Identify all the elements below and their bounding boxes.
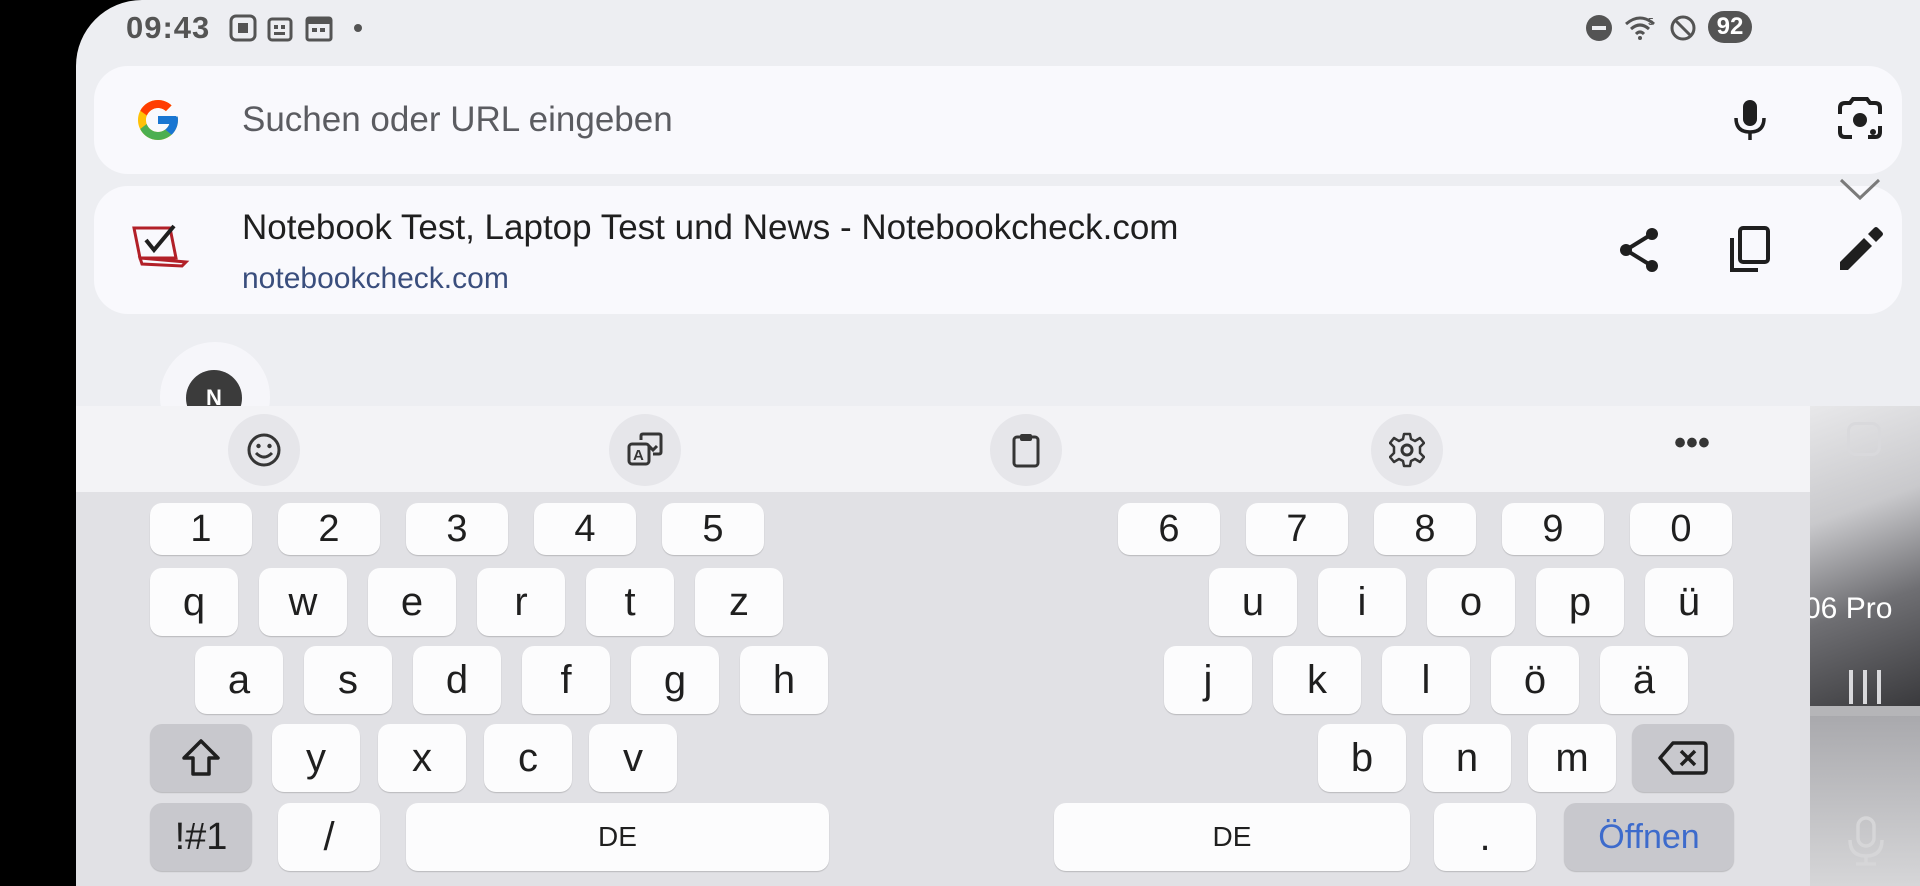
key-a[interactable]: a	[195, 646, 283, 714]
key-o[interactable]: o	[1427, 568, 1515, 636]
key-q[interactable]: q	[150, 568, 238, 636]
key-8[interactable]: 8	[1374, 503, 1476, 555]
status-bar: 09:43 5 92	[76, 0, 1920, 56]
translate-icon: A	[627, 432, 663, 466]
microphone-icon[interactable]	[1722, 92, 1778, 148]
battery-indicator: 92	[1708, 11, 1752, 43]
symbols-key[interactable]: !#1	[150, 803, 252, 871]
search-bar[interactable]	[94, 66, 1902, 174]
open-enter-key[interactable]: Öffnen	[1564, 803, 1734, 871]
slash-key[interactable]: /	[278, 803, 380, 871]
more-options-icon[interactable]: •••	[1664, 422, 1720, 478]
key-s[interactable]: s	[304, 646, 392, 714]
svg-text:A: A	[633, 447, 644, 464]
screenshot-icon	[229, 14, 257, 42]
chevron-down-icon[interactable]	[1838, 176, 1882, 202]
blocked-icon	[1670, 15, 1696, 41]
copy-icon[interactable]	[1722, 222, 1778, 278]
clipboard-icon	[1012, 434, 1040, 468]
space-key-left[interactable]: DE	[406, 803, 829, 871]
calendar-icon	[305, 16, 333, 42]
emoji-icon	[247, 433, 281, 467]
search-input[interactable]	[242, 94, 1542, 146]
key-n[interactable]: n	[1423, 724, 1511, 792]
key-3[interactable]: 3	[406, 503, 508, 555]
key-k[interactable]: k	[1273, 646, 1361, 714]
suggestion-title: Notebook Test, Laptop Test und News - No…	[242, 208, 1179, 247]
key-c[interactable]: c	[484, 724, 572, 792]
key-e[interactable]: e	[368, 568, 456, 636]
space-key-right[interactable]: DE	[1054, 803, 1410, 871]
key-j[interactable]: j	[1164, 646, 1252, 714]
backspace-icon	[1658, 741, 1708, 775]
share-icon[interactable]	[1612, 222, 1668, 278]
key-l[interactable]: l	[1382, 646, 1470, 714]
key-x[interactable]: x	[378, 724, 466, 792]
key-h[interactable]: h	[740, 646, 828, 714]
recents-button[interactable]	[1847, 422, 1881, 456]
key-w[interactable]: w	[259, 568, 347, 636]
clock: 09:43	[126, 10, 211, 45]
suggestion-url: notebookcheck.com	[242, 262, 509, 295]
suggestion-item[interactable]: Notebook Test, Laptop Test und News - No…	[94, 186, 1902, 314]
key-u-umlaut[interactable]: ü	[1645, 568, 1733, 636]
gear-icon	[1389, 432, 1425, 468]
edit-icon[interactable]	[1832, 222, 1888, 278]
key-1[interactable]: 1	[150, 503, 252, 555]
key-7[interactable]: 7	[1246, 503, 1348, 555]
translate-button[interactable]: A	[609, 414, 681, 486]
period-key[interactable]: .	[1434, 803, 1536, 871]
google-lens-icon[interactable]	[1832, 92, 1888, 148]
key-p[interactable]: p	[1536, 568, 1624, 636]
do-not-disturb-icon	[1586, 15, 1612, 41]
key-f[interactable]: f	[522, 646, 610, 714]
svg-text:5: 5	[1648, 17, 1654, 28]
backspace-key[interactable]	[1632, 724, 1734, 792]
key-z[interactable]: z	[695, 568, 783, 636]
keyboard-toolbar: A •••	[76, 406, 1810, 492]
notification-dot-icon	[354, 24, 362, 32]
emoji-button[interactable]	[228, 414, 300, 486]
on-screen-keyboard: A ••• 1 2 3 4 5 6 7 8 9 0 q w e r t z u …	[76, 406, 1810, 886]
key-v[interactable]: v	[589, 724, 677, 792]
clipboard-button[interactable]	[990, 414, 1062, 486]
recent-apps-icon[interactable]	[1845, 668, 1885, 706]
key-4[interactable]: 4	[534, 503, 636, 555]
key-i[interactable]: i	[1318, 568, 1406, 636]
shift-key[interactable]	[150, 724, 252, 792]
screen: 09:43 5 92 Suchen oder URL eingeben Note…	[76, 0, 1920, 886]
google-icon	[138, 100, 178, 140]
key-y[interactable]: y	[272, 724, 360, 792]
calendar-notification-icon	[267, 17, 293, 42]
key-u[interactable]: u	[1209, 568, 1297, 636]
recent-app-preview[interactable]: 06 Pro	[1810, 406, 1920, 886]
settings-button[interactable]	[1371, 414, 1443, 486]
key-b[interactable]: b	[1318, 724, 1406, 792]
key-m[interactable]: m	[1528, 724, 1616, 792]
recent-card-text: 06 Pro	[1810, 592, 1893, 625]
key-r[interactable]: r	[477, 568, 565, 636]
key-a-umlaut[interactable]: ä	[1600, 646, 1688, 714]
key-9[interactable]: 9	[1502, 503, 1604, 555]
key-d[interactable]: d	[413, 646, 501, 714]
voice-input-icon[interactable]	[1844, 816, 1888, 868]
key-0[interactable]: 0	[1630, 503, 1732, 555]
key-t[interactable]: t	[586, 568, 674, 636]
key-5[interactable]: 5	[662, 503, 764, 555]
shift-icon	[182, 739, 220, 776]
key-g[interactable]: g	[631, 646, 719, 714]
key-2[interactable]: 2	[278, 503, 380, 555]
key-6[interactable]: 6	[1118, 503, 1220, 555]
key-o-umlaut[interactable]: ö	[1491, 646, 1579, 714]
wifi-icon: 5	[1625, 16, 1655, 40]
notebookcheck-site-icon	[132, 224, 190, 268]
